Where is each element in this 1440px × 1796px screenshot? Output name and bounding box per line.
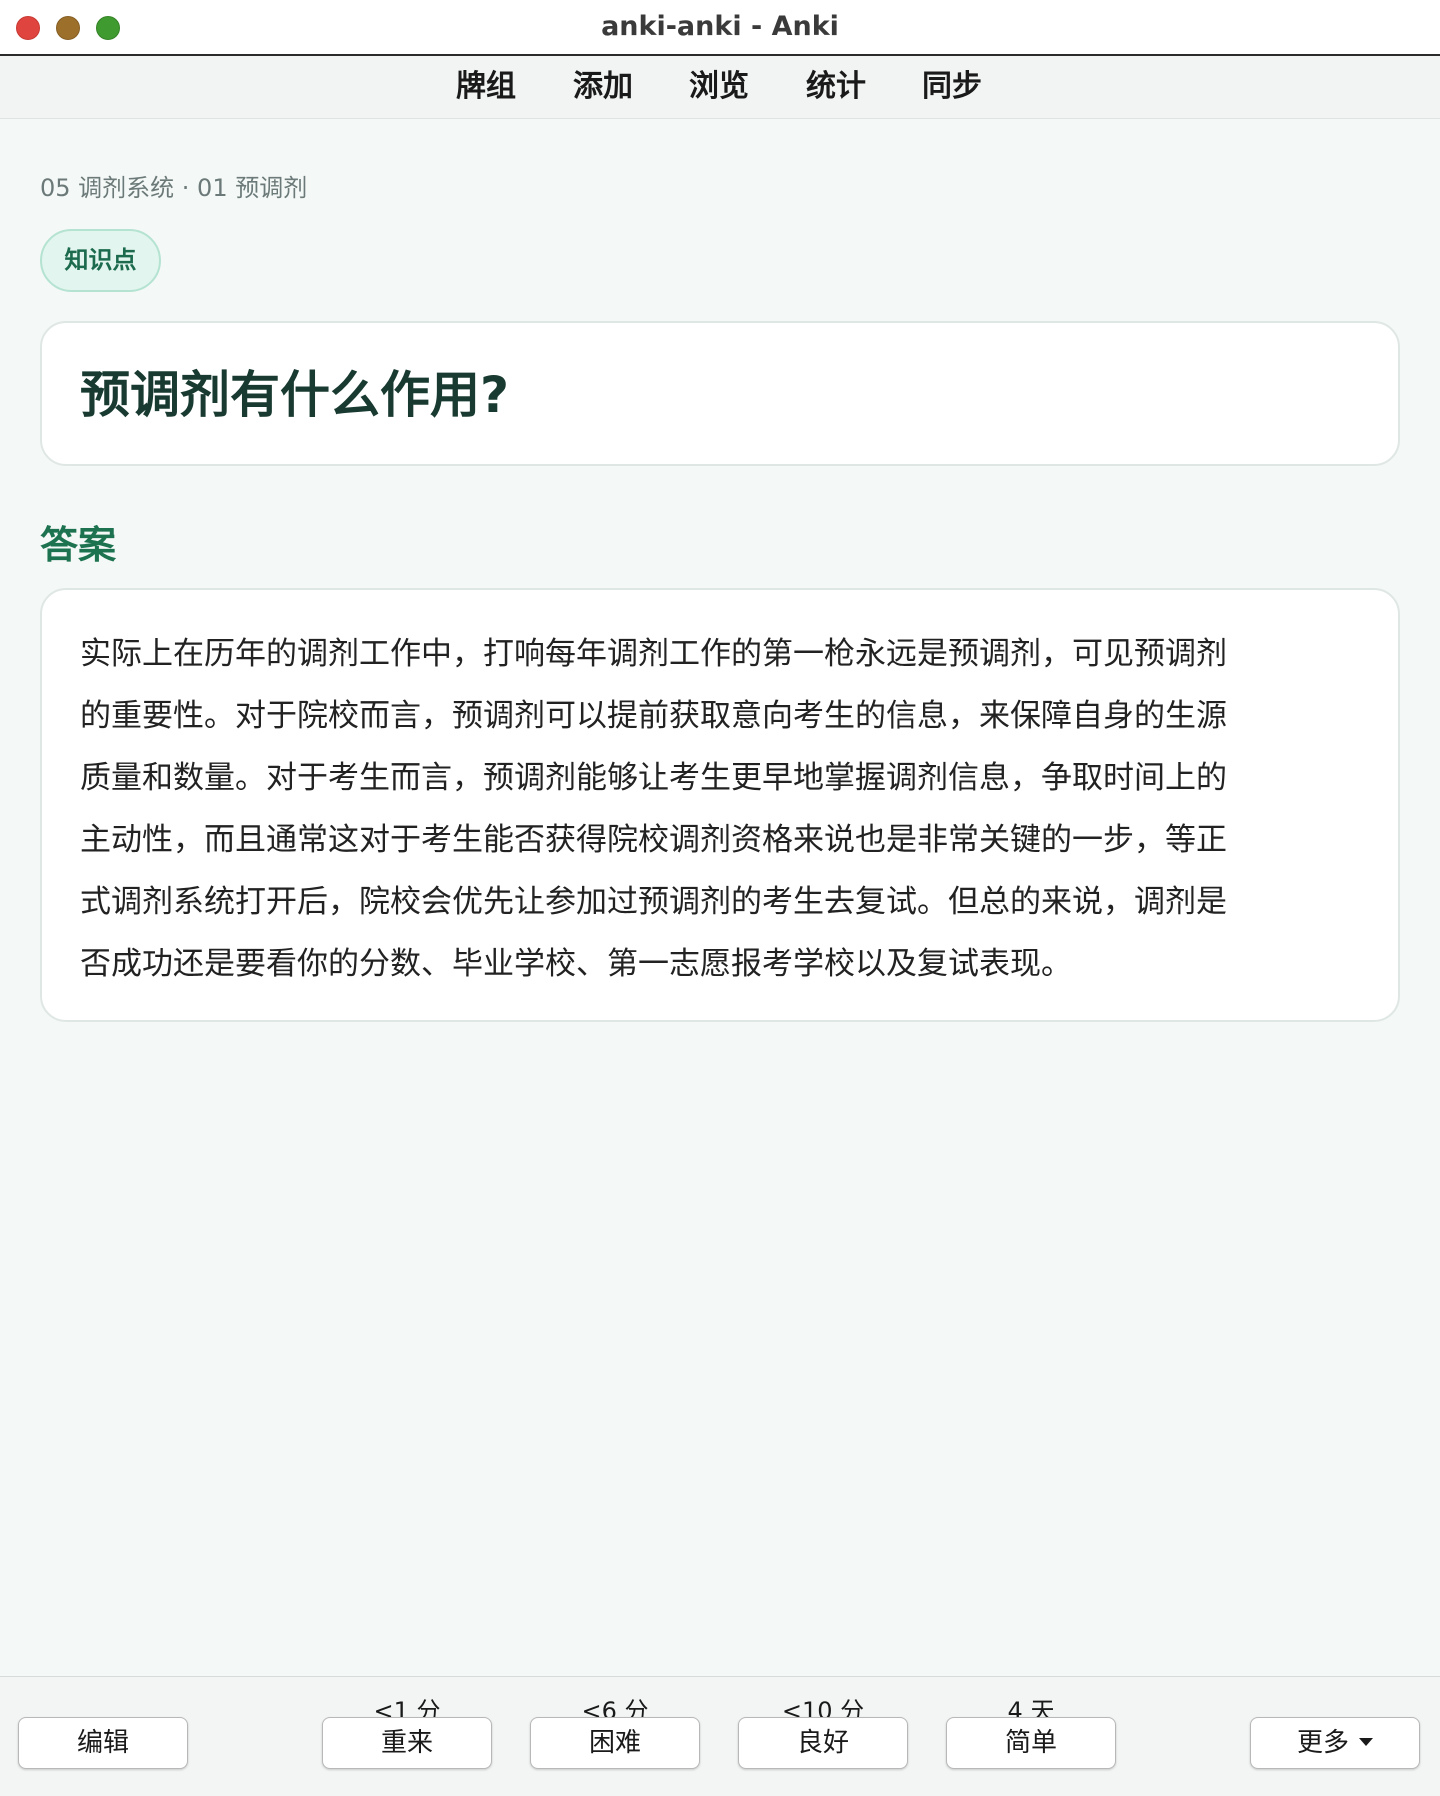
- again-button[interactable]: 重来: [322, 1717, 492, 1769]
- question-text: 预调剂有什么作用?: [80, 366, 510, 424]
- chevron-down-icon: [1359, 1737, 1373, 1746]
- edit-button[interactable]: 编辑: [18, 1717, 188, 1769]
- question-card: 预调剂有什么作用?: [40, 321, 1400, 466]
- answer-line: 主动性，而且通常这对于考生能否获得院校调剂资格来说也是非常关键的一步，等正: [80, 822, 1227, 858]
- nav-stats[interactable]: 统计: [806, 56, 866, 118]
- anki-window: anki-anki - Anki 牌组 添加 浏览 统计 同步 05 调剂系统 …: [0, 0, 1440, 1796]
- good-button[interactable]: 良好: [738, 1717, 908, 1769]
- window-title: anki-anki - Anki: [601, 11, 839, 42]
- more-label: 更多: [1296, 1728, 1349, 1758]
- hard-button[interactable]: 困难: [530, 1717, 700, 1769]
- answer-line: 实际上在历年的调剂工作中，打响每年调剂工作的第一枪永远是预调剂，可见预调剂: [80, 636, 1227, 672]
- deck-breadcrumb: 05 调剂系统 · 01 预调剂: [40, 174, 308, 202]
- nav-decks[interactable]: 牌组: [456, 56, 516, 118]
- easy-button[interactable]: 简单: [946, 1717, 1116, 1769]
- more-button[interactable]: 更多: [1250, 1717, 1420, 1769]
- top-nav: 牌组 添加 浏览 统计 同步: [0, 56, 1440, 119]
- review-bottom-bar: 编辑 <1 分 重来 <6 分 困难 <10 分 良好 4 天 简单 更多: [0, 1676, 1440, 1796]
- answer-line: 的重要性。对于院校而言，预调剂可以提前获取意向考生的信息，来保障自身的生源: [80, 698, 1227, 734]
- nav-sync[interactable]: 同步: [922, 56, 982, 118]
- answer-line: 质量和数量。对于考生而言，预调剂能够让考生更早地掌握调剂信息，争取时间上的: [80, 760, 1227, 796]
- title-bar: anki-anki - Anki: [0, 0, 1440, 56]
- answer-heading: 答案: [40, 523, 117, 567]
- answer-card: 实际上在历年的调剂工作中，打响每年调剂工作的第一枪永远是预调剂，可见预调剂 的重…: [40, 588, 1400, 1022]
- answer-line: 式调剂系统打开后，院校会优先让参加过预调剂的考生去复试。但总的来说，调剂是: [80, 884, 1227, 920]
- answer-line: 否成功还是要看你的分数、毕业学校、第一志愿报考学校以及复试表现。: [80, 946, 1072, 982]
- tag-badge: 知识点: [40, 229, 161, 292]
- nav-add[interactable]: 添加: [573, 56, 633, 118]
- nav-browse[interactable]: 浏览: [689, 56, 749, 118]
- answer-text: 实际上在历年的调剂工作中，打响每年调剂工作的第一枪永远是预调剂，可见预调剂 的重…: [80, 623, 1380, 995]
